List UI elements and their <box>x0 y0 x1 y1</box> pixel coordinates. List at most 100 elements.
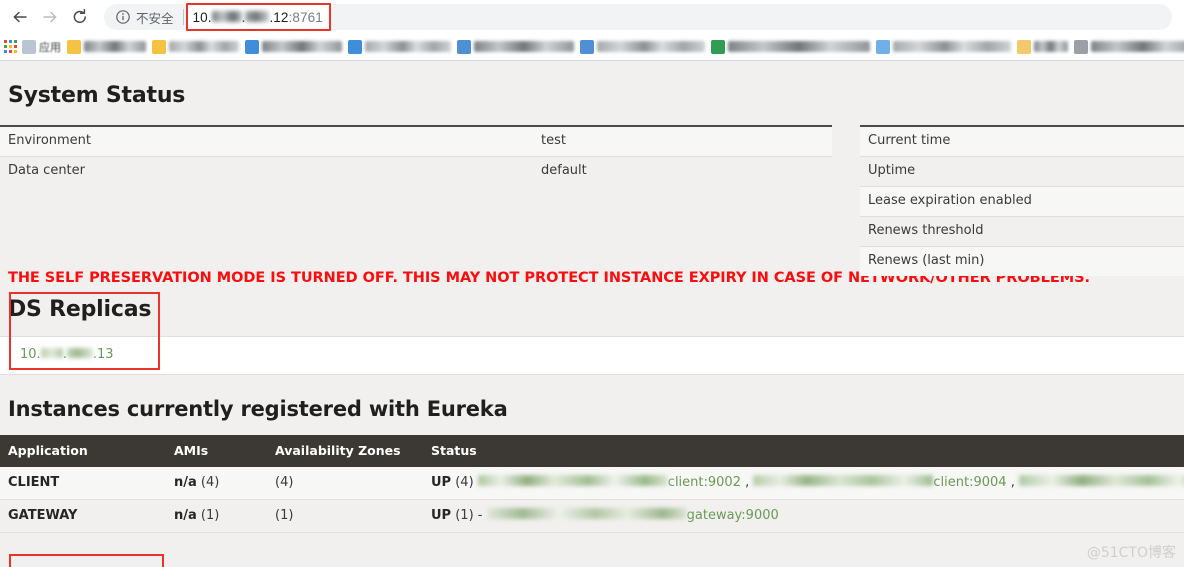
bookmark-item[interactable] <box>67 37 146 57</box>
instance-zones-cell: (4) <box>267 467 423 500</box>
eureka-dashboard: System Status Environment test Data cent… <box>0 61 1184 567</box>
amis-value: n/a <box>174 508 197 523</box>
instance-zones-cell: (1) <box>267 499 423 533</box>
instance-link[interactable]: client:9002 <box>477 475 741 490</box>
back-arrow-icon <box>10 7 30 27</box>
browser-chrome: 不安全 10. . .12 :8761 应用 <box>0 0 1184 61</box>
status-count: (4) <box>455 475 474 490</box>
instance-amis-cell: n/a (1) <box>166 499 267 533</box>
reload-icon <box>70 7 90 27</box>
bookmark-favicon-icon <box>1074 39 1088 54</box>
replica-redacted-octet-1 <box>40 348 63 358</box>
url-redacted-octet-2 <box>245 10 270 22</box>
reload-button[interactable] <box>66 3 94 31</box>
bookmark-label: 应用 <box>39 41 61 54</box>
amis-count: (4) <box>200 475 220 490</box>
omnibox-divider <box>182 9 184 25</box>
ds-replicas-title: DS Replicas <box>8 297 152 322</box>
column-header-status: Status <box>423 435 1184 467</box>
replica-suffix: .13 <box>92 347 114 362</box>
ds-replica-link[interactable]: 10. . .13 <box>20 347 114 363</box>
instance-link[interactable]: client:9004 <box>753 475 1007 490</box>
application-name: CLIENT <box>8 475 60 490</box>
url-redacted-octet-1 <box>211 10 242 22</box>
bookmark-item[interactable] <box>1074 37 1184 57</box>
table-row: Renews (last min) <box>860 246 1184 276</box>
instance-amis-cell: n/a (4) <box>166 467 267 500</box>
table-row: Environment test <box>0 125 832 157</box>
link-separator: , <box>745 475 750 490</box>
bookmark-label-redacted <box>1034 41 1068 52</box>
client-row-highlight-box <box>9 554 164 567</box>
status-key: Lease expiration enabled <box>860 186 1168 217</box>
table-row: Data center default <box>0 156 832 186</box>
bookmark-item[interactable] <box>580 37 705 57</box>
bookmark-favicon-icon <box>67 39 81 54</box>
table-row: Current time <box>860 125 1184 157</box>
table-row: CLIENT n/a (4) (4) UP (4) client:9002 , <box>0 467 1184 500</box>
status-value <box>1168 125 1184 157</box>
bookmark-label-redacted <box>474 41 574 52</box>
instance-application-cell: GATEWAY <box>0 499 166 533</box>
bookmark-favicon-icon <box>348 39 362 54</box>
instance-link-label: gateway:9000 <box>686 508 779 523</box>
column-header-application: Application <box>0 435 166 467</box>
url-suffix: .12 <box>269 9 289 25</box>
status-value <box>1168 156 1184 187</box>
table-row: Lease expiration enabled <box>860 186 1184 217</box>
status-value <box>1168 216 1184 247</box>
info-circle-icon[interactable] <box>115 9 131 25</box>
instance-host-redacted <box>753 475 934 486</box>
forward-arrow-icon <box>40 7 60 27</box>
bookmark-label-redacted <box>893 41 1011 52</box>
bookmark-favicon-icon <box>152 39 166 54</box>
instance-status-cell: UP (1) - gateway:9000 <box>423 499 1184 533</box>
instances-table: Application AMIs Availability Zones Stat… <box>0 435 1184 533</box>
url-highlight-box: 10. . .12 :8761 <box>185 3 331 31</box>
instance-link[interactable]: gateway:9000 <box>486 508 779 523</box>
table-row: Renews threshold <box>860 216 1184 247</box>
forward-button[interactable] <box>36 3 64 31</box>
ds-replicas-section: DS Replicas 10. . .13 <box>0 292 1184 375</box>
bookmark-label-redacted <box>262 41 342 52</box>
instance-host-redacted <box>477 475 668 486</box>
bookmark-item[interactable] <box>711 37 870 57</box>
replica-redacted-octet-2 <box>66 348 93 358</box>
status-count: (1) <box>455 508 474 523</box>
instance-link[interactable]: client:9003 <box>1018 475 1184 490</box>
ds-replica-cell: 10. . .13 <box>0 336 1184 375</box>
instance-host-redacted <box>1018 475 1184 486</box>
status-label: UP <box>431 508 452 523</box>
system-status-right-table: Current time Uptime Lease expiration ena… <box>860 125 1184 276</box>
table-row: 10. . .13 <box>0 336 1184 375</box>
table-row: GATEWAY n/a (1) (1) UP (1) - gateway:900… <box>0 499 1184 533</box>
bookmark-item[interactable] <box>152 37 239 57</box>
system-status-left-table: Environment test Data center default <box>0 125 832 186</box>
address-bar[interactable]: 不安全 10. . .12 :8761 <box>104 3 1172 31</box>
bookmark-favicon-icon <box>711 39 725 54</box>
status-key: Current time <box>860 125 1168 157</box>
bookmark-item[interactable] <box>348 37 451 57</box>
bookmark-item[interactable]: 应用 <box>22 37 61 57</box>
browser-nav-bar: 不安全 10. . .12 :8761 <box>0 0 1184 34</box>
amis-count: (1) <box>200 508 220 523</box>
bookmark-label-redacted <box>365 41 451 52</box>
back-button[interactable] <box>6 3 34 31</box>
bookmark-bar: 应用 <box>0 34 1184 59</box>
bookmark-item[interactable] <box>457 37 574 57</box>
status-label: UP <box>431 475 452 490</box>
bookmark-item[interactable] <box>1017 37 1068 57</box>
bookmark-item[interactable] <box>876 37 1011 57</box>
ds-replicas-table: 10. . .13 <box>0 336 1184 375</box>
table-row: Uptime <box>860 156 1184 187</box>
status-value <box>1168 246 1184 276</box>
bookmark-favicon-icon <box>876 39 890 54</box>
bookmark-label-redacted <box>728 41 870 52</box>
table-header-row: Application AMIs Availability Zones Stat… <box>0 435 1184 467</box>
status-key: Uptime <box>860 156 1168 187</box>
apps-grid-icon[interactable] <box>4 39 18 54</box>
status-key: Data center <box>0 156 533 186</box>
bookmark-item[interactable] <box>245 37 342 57</box>
page-title: System Status <box>8 83 186 108</box>
status-key: Renews threshold <box>860 216 1168 247</box>
